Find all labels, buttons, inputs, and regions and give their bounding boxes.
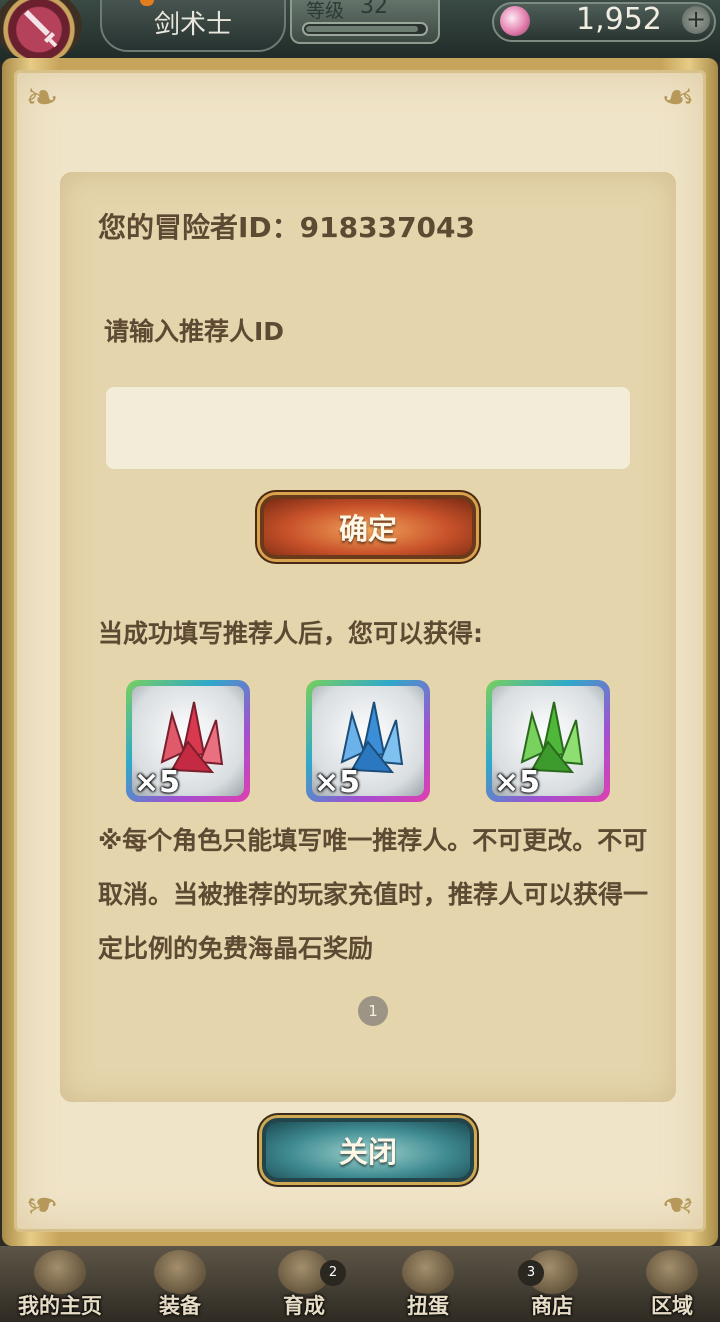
confirm-button-label: 确定 xyxy=(338,512,397,546)
class-name: 剑术士 xyxy=(154,10,233,40)
nav-label: 区域 xyxy=(651,1294,693,1318)
reward-item-blue-crystal[interactable]: ×5 xyxy=(306,680,430,802)
corner-ornament-icon: ❧ xyxy=(661,75,695,121)
nav-label: 装备 xyxy=(159,1294,201,1318)
nav-label: 我的主页 xyxy=(18,1294,102,1318)
close-button-label: 关闭 xyxy=(338,1135,397,1169)
exp-progress-bar xyxy=(302,22,428,36)
corner-ornament-icon: ❧ xyxy=(25,1181,59,1227)
page-indicator[interactable]: 1 xyxy=(358,996,388,1026)
plus-icon[interactable]: + xyxy=(682,6,710,34)
reward-item-red-crystal[interactable]: ×5 xyxy=(126,680,250,802)
corner-ornament-icon: ❧ xyxy=(661,1181,695,1227)
corner-ornament-icon: ❧ xyxy=(25,75,59,121)
nav-item-home[interactable]: 我的主页 xyxy=(0,1246,120,1322)
currency-amount: 1,952 xyxy=(576,2,662,37)
reward-count: ×5 xyxy=(314,765,361,796)
confirm-button[interactable]: 确定 xyxy=(260,495,476,559)
reward-count: ×5 xyxy=(494,765,541,796)
globe-icon xyxy=(646,1250,698,1294)
close-button[interactable]: 关闭 xyxy=(262,1118,474,1182)
reward-title: 当成功填写推荐人后，您可以获得: xyxy=(98,619,483,648)
level-value: 32 xyxy=(360,0,388,19)
crystal-gem-icon xyxy=(500,6,530,36)
nav-label: 育成 xyxy=(283,1294,325,1318)
referrer-prompt: 请输入推荐人ID xyxy=(104,317,285,346)
sword-icon xyxy=(24,10,58,48)
notification-badge: 3 xyxy=(518,1260,544,1286)
treasure-pot-icon xyxy=(402,1250,454,1294)
nav-item-shop[interactable]: 3 商店 xyxy=(492,1246,612,1322)
nav-item-gacha[interactable]: 扭蛋 xyxy=(368,1246,488,1322)
adventurer-id: 您的冒险者ID：918337043 xyxy=(98,211,476,244)
notification-badge: 2 xyxy=(320,1260,346,1286)
referral-note: ※每个角色只能填写唯一推荐人。不可更改。不可取消。当被推荐的玩家充值时，推荐人可… xyxy=(98,826,649,963)
exp-progress-fill xyxy=(306,26,419,32)
helmet-icon xyxy=(154,1250,206,1294)
nav-label: 商店 xyxy=(531,1294,573,1318)
reward-item-green-crystal[interactable]: ×5 xyxy=(486,680,610,802)
referrer-id-input[interactable] xyxy=(106,387,630,469)
nav-item-training[interactable]: 2 育成 xyxy=(244,1246,364,1322)
reward-count: ×5 xyxy=(134,765,181,796)
nav-label: 扭蛋 xyxy=(407,1294,449,1318)
scroll-home-icon xyxy=(34,1250,86,1294)
nav-item-equipment[interactable]: 装备 xyxy=(120,1246,240,1322)
nav-item-region[interactable]: 区域 xyxy=(624,1246,720,1322)
level-label: 等级 xyxy=(306,0,345,22)
